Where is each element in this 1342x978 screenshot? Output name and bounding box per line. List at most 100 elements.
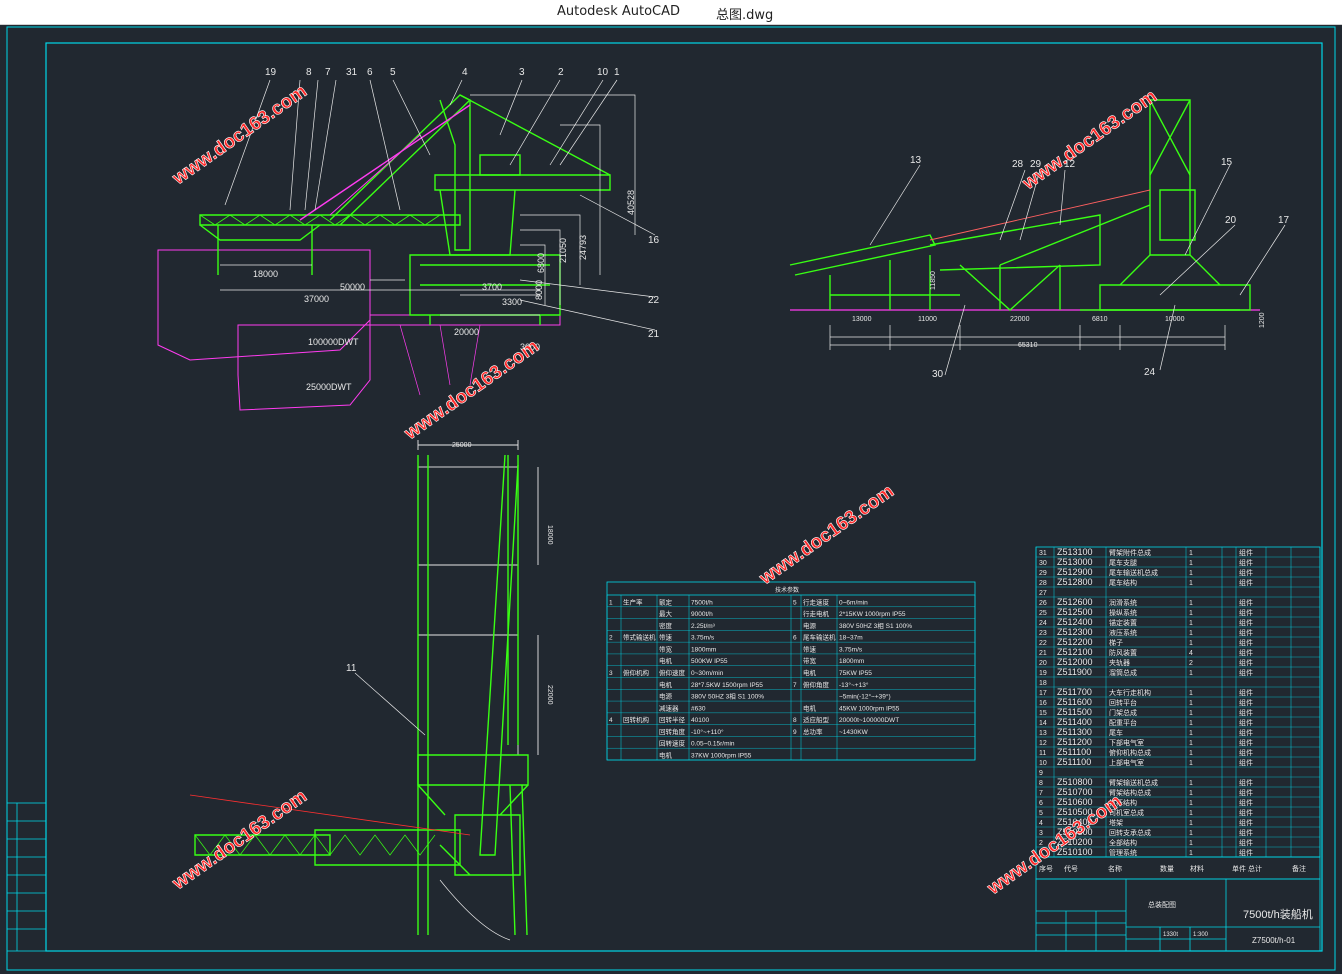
parts-cell: 组件 xyxy=(1239,758,1253,767)
parts-cell: 17 xyxy=(1039,690,1047,697)
parts-header-cell: 材料 xyxy=(1190,864,1204,873)
parts-cell: 26 xyxy=(1039,600,1047,607)
parts-header-cell: 单件 xyxy=(1232,864,1246,873)
parts-cell: Z511300 xyxy=(1057,727,1092,737)
parts-cell: 组件 xyxy=(1239,798,1253,807)
parts-header-cell: 备注 xyxy=(1292,864,1306,873)
ship-small-label: 25000DWT xyxy=(306,382,352,392)
parts-cell: 12 xyxy=(1039,740,1047,747)
spec-cell: 7 xyxy=(793,682,797,689)
parts-cell: 溜筒总成 xyxy=(1109,668,1137,677)
spec-cell: 带宽 xyxy=(803,656,817,665)
parts-cell: 24 xyxy=(1039,620,1047,627)
side-part-19: 19 xyxy=(265,67,277,78)
parts-cell: Z512900 xyxy=(1057,567,1093,577)
parts-cell: 1 xyxy=(1189,690,1193,697)
front-dim-h1: 11850 xyxy=(930,271,937,290)
spec-cell: 电机 xyxy=(659,656,673,665)
parts-cell: Z511100 xyxy=(1057,747,1091,757)
parts-cell: 25 xyxy=(1039,610,1047,617)
parts-cell: 1 xyxy=(1189,620,1193,627)
parts-cell: 尾车 xyxy=(1109,728,1123,737)
parts-cell: 组件 xyxy=(1239,638,1253,647)
spec-cell: 回转半径 xyxy=(659,715,686,724)
parts-cell: 10 xyxy=(1039,760,1047,767)
parts-cell: 4 xyxy=(1189,650,1193,657)
dim-40528: 40528 xyxy=(626,190,636,215)
watermark-3: www.doc163.com xyxy=(400,336,543,445)
parts-cell: 1 xyxy=(1189,700,1193,707)
parts-cell: Z511400 xyxy=(1057,717,1092,727)
parts-cell: 组件 xyxy=(1239,608,1253,617)
spec-cell: 电源 xyxy=(659,692,673,701)
spec-cell: -13°~+13° xyxy=(839,681,869,689)
spec-cell: 尾车输送机 xyxy=(803,633,836,642)
front-part-20: 20 xyxy=(1225,215,1237,226)
parts-cell: 1 xyxy=(1189,780,1193,787)
parts-cell: 1 xyxy=(1189,760,1193,767)
parts-cell: 1 xyxy=(1189,630,1193,637)
app-title: Autodesk AutoCAD xyxy=(557,4,681,19)
parts-cell: Z511200 xyxy=(1057,737,1092,747)
spec-cell: 0.05~0.15r/min xyxy=(691,741,735,748)
spec-cell: 电机 xyxy=(803,703,817,712)
parts-cell: 回转支承总成 xyxy=(1109,828,1151,837)
parts-cell: 1 xyxy=(1189,580,1193,587)
parts-cell: 组件 xyxy=(1239,618,1253,627)
spec-cell: 3.75m/s xyxy=(691,635,715,642)
parts-cell: 20 xyxy=(1039,660,1047,667)
spec-cell: 俯仰速度 xyxy=(659,668,686,677)
spec-cell: 75KW IP55 xyxy=(839,670,872,677)
spec-cell: 9000t/h xyxy=(691,611,713,618)
side-part-3: 3 xyxy=(519,67,525,78)
side-part-1: 1 xyxy=(614,67,620,78)
dim-50000: 50000 xyxy=(340,282,365,292)
parts-cell: 下部电气室 xyxy=(1109,738,1144,747)
watermark-1: www.doc163.com xyxy=(168,81,311,190)
parts-cell: 组件 xyxy=(1239,578,1253,587)
parts-cell: 8 xyxy=(1039,780,1043,787)
parts-cell: 组件 xyxy=(1239,558,1253,567)
parts-cell: 1 xyxy=(1189,600,1193,607)
parts-cell: 回转平台 xyxy=(1109,698,1137,707)
parts-cell: 28 xyxy=(1039,580,1047,587)
title-scale: 1:300 xyxy=(1193,932,1209,938)
parts-cell: 21 xyxy=(1039,650,1047,657)
margin-table xyxy=(6,802,47,952)
parts-cell: 液压系统 xyxy=(1109,628,1137,637)
parts-cell: 4 xyxy=(1039,820,1043,827)
parts-cell: Z513000 xyxy=(1057,557,1093,567)
spec-cell: 适应船型 xyxy=(803,715,830,724)
spec-cell: ~1430KW xyxy=(839,729,869,736)
spec-cell: 2 xyxy=(609,635,613,642)
front-part-17: 17 xyxy=(1278,215,1290,226)
parts-cell: Z512100 xyxy=(1057,647,1093,657)
parts-cell: 组件 xyxy=(1239,778,1253,787)
parts-cell: Z510700 xyxy=(1057,787,1093,797)
parts-cell: Z512500 xyxy=(1057,607,1093,617)
front-dim-5: 10000 xyxy=(1165,316,1185,323)
spec-cell: 最大 xyxy=(659,609,673,618)
spec-cell: 1 xyxy=(609,599,613,606)
document-title: 总图.dwg xyxy=(716,8,774,23)
parts-cell: 1 xyxy=(1189,800,1193,807)
side-part-31: 31 xyxy=(346,67,358,78)
parts-cell: 1 xyxy=(1189,790,1193,797)
parts-cell: 管理系统 xyxy=(1109,848,1137,857)
parts-cell: 臂架输送机总成 xyxy=(1109,778,1158,787)
drawing-canvas[interactable]: 100000DWT 25000DWT 19 8 7 31 6 5 4 3 2 1… xyxy=(0,25,1342,974)
parts-cell: 组件 xyxy=(1239,838,1253,847)
parts-cell: 1 xyxy=(1189,710,1193,717)
parts-cell: 31 xyxy=(1039,550,1047,557)
spec-cell: 行走速度 xyxy=(803,597,830,606)
front-dim-total: 65310 xyxy=(1018,342,1038,349)
spec-cell: 行走电机 xyxy=(803,609,830,618)
parts-cell: 13 xyxy=(1039,730,1047,737)
dim-3300: 3300 xyxy=(502,297,522,307)
front-dim-3: 22000 xyxy=(1010,316,1030,323)
spec-cell: 45KW 1000rpm IP55 xyxy=(839,705,900,712)
front-part-28: 28 xyxy=(1012,159,1024,170)
spec-cell: 电机 xyxy=(659,680,673,689)
dim-3700: 3700 xyxy=(482,282,502,292)
spec-cell: 3 xyxy=(609,670,613,677)
